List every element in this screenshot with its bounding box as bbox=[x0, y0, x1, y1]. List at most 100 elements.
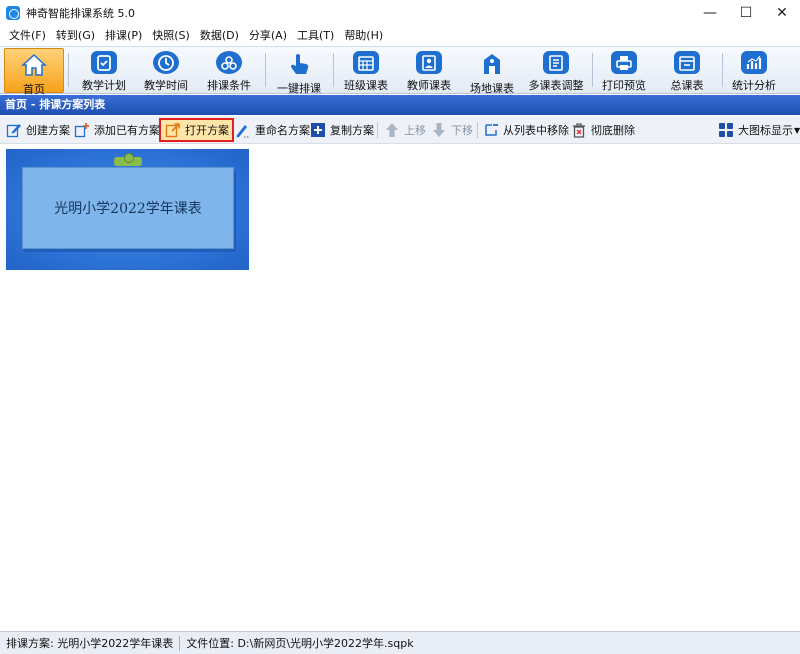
status-plan-label: 排课方案: bbox=[6, 637, 54, 650]
open-external-icon bbox=[165, 122, 181, 138]
toolbar-divider bbox=[592, 53, 593, 87]
hand-pointer-icon bbox=[286, 51, 312, 77]
move-up-button[interactable]: 上移 bbox=[384, 120, 426, 140]
move-down-label: 下移 bbox=[451, 124, 473, 137]
status-plan-value: 光明小学2022学年课表 bbox=[57, 637, 174, 650]
toolbar-teaching-time-button[interactable]: 教学时间 bbox=[140, 48, 192, 93]
create-plan-button[interactable]: 创建方案 bbox=[6, 120, 70, 140]
menu-share[interactable]: 分享(A) bbox=[244, 26, 292, 46]
menu-data[interactable]: 数据(D) bbox=[195, 26, 244, 46]
arrow-up-icon bbox=[384, 122, 400, 138]
window-controls: — ☐ ✕ bbox=[692, 0, 800, 26]
trash-icon bbox=[571, 122, 587, 138]
clock-icon bbox=[153, 51, 179, 74]
chart-icon bbox=[741, 51, 767, 74]
grid-view-icon bbox=[718, 122, 734, 138]
chevron-down-icon: ▼ bbox=[794, 125, 800, 135]
toolbar-teacher-schedule-label: 教师课表 bbox=[407, 79, 451, 92]
close-button[interactable]: ✕ bbox=[764, 0, 800, 26]
add-document-icon bbox=[74, 122, 90, 138]
toolbar-class-schedule-label: 班级课表 bbox=[344, 79, 388, 92]
printer-icon bbox=[611, 51, 637, 74]
copy-plus-icon bbox=[310, 122, 326, 138]
remove-from-list-label: 从列表中移除 bbox=[503, 124, 569, 137]
page-title: 首页 - 排课方案列表 bbox=[0, 95, 800, 115]
toolbar-schedule-conditions-label: 排课条件 bbox=[207, 79, 251, 92]
main-toolbar: 首页 教学计划 教学时间 排课条件 一键排课 班级课表 教师课表 场地课表 多课… bbox=[0, 46, 800, 96]
multi-schedule-icon bbox=[543, 51, 569, 74]
status-bar: 排课方案: 光明小学2022学年课表 文件位置: D:\新网页\光明小学2022… bbox=[0, 631, 800, 654]
action-divider bbox=[377, 122, 378, 138]
toolbar-divider bbox=[722, 53, 723, 87]
plan-title: 光明小学2022学年课表 bbox=[54, 201, 202, 217]
minimize-button[interactable]: — bbox=[692, 0, 728, 26]
toolbar-divider bbox=[265, 53, 266, 87]
toolbar-venue-schedule-button[interactable]: 场地课表 bbox=[466, 48, 518, 95]
plan-board: 光明小学2022学年课表 bbox=[22, 167, 234, 249]
remove-list-icon bbox=[483, 122, 499, 138]
remove-from-list-button[interactable]: 从列表中移除 bbox=[483, 120, 569, 140]
status-plan: 排课方案: 光明小学2022学年课表 bbox=[0, 635, 179, 651]
add-existing-plan-button[interactable]: 添加已有方案 bbox=[74, 120, 160, 140]
rename-plan-label: 重命名方案 bbox=[255, 124, 310, 137]
menu-help[interactable]: 帮助(H) bbox=[339, 26, 388, 46]
delete-permanently-label: 彻底删除 bbox=[591, 124, 635, 137]
edit-pencil-icon bbox=[6, 122, 22, 138]
arrow-down-icon bbox=[431, 122, 447, 138]
maximize-button[interactable]: ☐ bbox=[728, 0, 764, 26]
menu-bar: 文件(F) 转到(G) 排课(P) 快照(S) 数据(D) 分享(A) 工具(T… bbox=[0, 26, 800, 46]
open-plan-button[interactable]: 打开方案 bbox=[159, 118, 234, 142]
toolbar-statistics-button[interactable]: 统计分析 bbox=[728, 48, 780, 93]
menu-schedule[interactable]: 排课(P) bbox=[100, 26, 147, 46]
window-title: 神奇智能排课系统 5.0 bbox=[26, 7, 135, 20]
toolbar-multi-adjust-label: 多课表调整 bbox=[528, 79, 584, 92]
title-bar: 神奇智能排课系统 5.0 — ☐ ✕ bbox=[0, 0, 800, 26]
action-divider bbox=[477, 122, 478, 138]
menu-file[interactable]: 文件(F) bbox=[4, 26, 51, 46]
move-up-label: 上移 bbox=[404, 124, 426, 137]
toolbar-class-schedule-button[interactable]: 班级课表 bbox=[340, 48, 392, 93]
status-location: 文件位置: D:\新网页\光明小学2022学年.sqpk bbox=[180, 635, 419, 651]
home-icon bbox=[21, 52, 47, 78]
status-location-value: D:\新网页\光明小学2022学年.sqpk bbox=[237, 637, 414, 650]
toolbar-home-button[interactable]: 首页 bbox=[4, 48, 64, 96]
toolbar-teaching-plan-button[interactable]: 教学计划 bbox=[78, 48, 130, 93]
clipboard-icon bbox=[91, 51, 117, 74]
master-calendar-icon bbox=[674, 51, 700, 74]
delete-permanently-button[interactable]: 彻底删除 bbox=[571, 120, 635, 140]
calendar-icon bbox=[353, 51, 379, 74]
toolbar-one-click-label: 一键排课 bbox=[277, 82, 321, 95]
toolbar-venue-schedule-label: 场地课表 bbox=[470, 82, 514, 95]
toolbar-divider bbox=[333, 53, 334, 87]
toolbar-master-schedule-label: 总课表 bbox=[670, 79, 704, 92]
add-existing-plan-label: 添加已有方案 bbox=[94, 124, 160, 137]
status-location-label: 文件位置: bbox=[186, 637, 234, 650]
clip-icon bbox=[114, 153, 142, 166]
toolbar-statistics-label: 统计分析 bbox=[732, 79, 776, 92]
conditions-icon bbox=[216, 51, 242, 74]
toolbar-teaching-plan-label: 教学计划 bbox=[82, 79, 126, 92]
toolbar-one-click-button[interactable]: 一键排课 bbox=[273, 48, 325, 95]
plan-list-area: 光明小学2022学年课表 bbox=[0, 145, 800, 631]
action-bar: 创建方案 添加已有方案 打开方案 重命名方案 复制方案 上移 下移 从列表中移除… bbox=[0, 116, 800, 144]
toolbar-teacher-schedule-button[interactable]: 教师课表 bbox=[403, 48, 455, 93]
menu-goto[interactable]: 转到(G) bbox=[51, 26, 100, 46]
building-icon bbox=[479, 51, 505, 77]
menu-tools[interactable]: 工具(T) bbox=[292, 26, 339, 46]
plan-card[interactable]: 光明小学2022学年课表 bbox=[6, 149, 249, 270]
copy-plan-button[interactable]: 复制方案 bbox=[310, 120, 374, 140]
app-logo-icon bbox=[6, 6, 20, 20]
menu-snapshot[interactable]: 快照(S) bbox=[147, 26, 195, 46]
rename-pen-icon bbox=[235, 122, 251, 138]
toolbar-divider bbox=[68, 53, 69, 87]
toolbar-print-preview-label: 打印预览 bbox=[602, 79, 646, 92]
view-mode-dropdown[interactable]: 大图标显示 ▼ bbox=[718, 120, 800, 140]
rename-plan-button[interactable]: 重命名方案 bbox=[235, 120, 310, 140]
toolbar-multi-adjust-button[interactable]: 多课表调整 bbox=[528, 48, 584, 93]
toolbar-schedule-conditions-button[interactable]: 排课条件 bbox=[203, 48, 255, 93]
toolbar-print-preview-button[interactable]: 打印预览 bbox=[598, 48, 650, 93]
move-down-button[interactable]: 下移 bbox=[431, 120, 473, 140]
toolbar-master-schedule-button[interactable]: 总课表 bbox=[661, 48, 713, 93]
copy-plan-label: 复制方案 bbox=[330, 124, 374, 137]
toolbar-teaching-time-label: 教学时间 bbox=[144, 79, 188, 92]
